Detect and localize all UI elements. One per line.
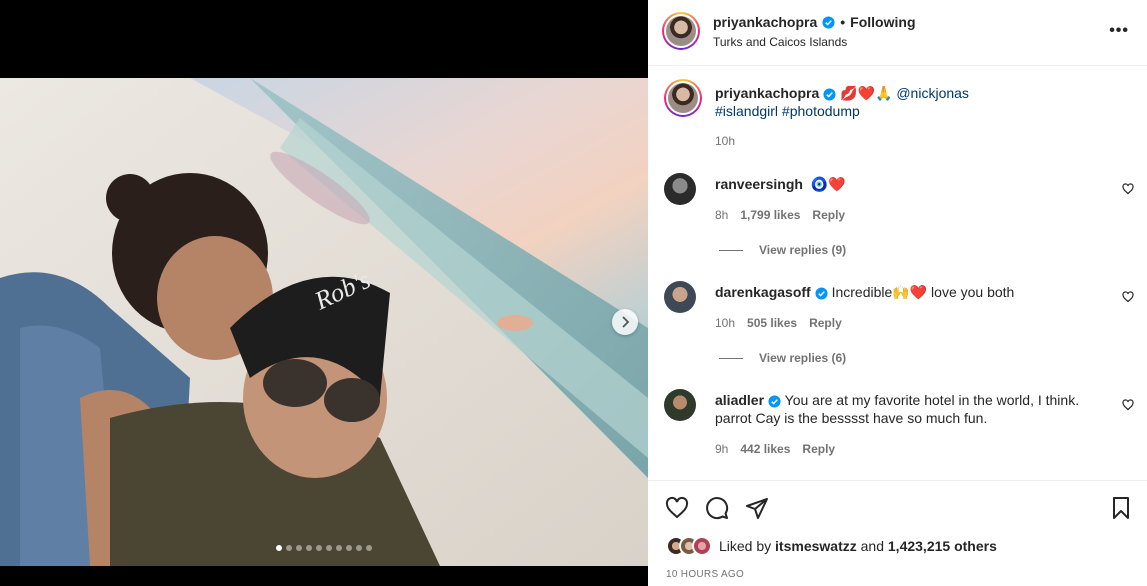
comment-likes[interactable]: 505 likes [747, 316, 797, 330]
commenter-avatar[interactable] [664, 389, 696, 421]
carousel-next-button[interactable] [612, 309, 638, 335]
comment-text: ranveersingh 🧿❤️ [715, 175, 1080, 193]
verified-badge-icon [768, 395, 781, 408]
comment-reply-button[interactable]: Reply [809, 316, 842, 330]
carousel-dot [326, 545, 332, 551]
replies-divider [719, 249, 743, 251]
comment-text: darenkagasoff Incredible🙌❤️ love you bot… [715, 283, 1080, 301]
carousel-dot [366, 545, 372, 551]
comment-like-icon[interactable] [1122, 291, 1134, 303]
carousel-dot [296, 545, 302, 551]
comment-text: aliadler You are at my favorite hotel in… [715, 391, 1080, 427]
post-timestamp[interactable]: 10 HOURS AGO [666, 569, 744, 580]
comment-icon[interactable] [705, 496, 729, 520]
post-details-panel: priyankachopra • Following Turks and Cai… [648, 0, 1147, 586]
bookmark-icon[interactable] [1109, 496, 1133, 520]
post-photo[interactable]: Rob's [0, 78, 648, 566]
comment-reply-button[interactable]: Reply [812, 208, 845, 222]
instagram-post: Rob's priyankachopra • Following Turks a… [0, 0, 1147, 586]
comment-meta: 9h 442 likes Reply [715, 442, 835, 456]
comment-likes[interactable]: 442 likes [740, 442, 790, 456]
caption-time[interactable]: 10h [715, 134, 735, 148]
author-username[interactable]: priyankachopra [713, 14, 817, 30]
comment-username[interactable]: darenkagasoff [715, 284, 811, 300]
more-options-button[interactable]: ••• [1109, 22, 1129, 40]
comment-username[interactable]: ranveersingh [715, 176, 803, 192]
comment-meta: 10h 505 likes Reply [715, 316, 842, 330]
liker-avatar [692, 536, 712, 556]
post-media: Rob's [0, 0, 648, 586]
comment-reply-button[interactable]: Reply [802, 442, 835, 456]
mention-link[interactable]: @nickjonas [896, 85, 969, 101]
comment: ranveersingh 🧿❤️ 8h 1,799 likes Reply Vi… [664, 173, 1134, 257]
verified-badge-icon [822, 15, 835, 29]
post-location[interactable]: Turks and Caicos Islands [713, 35, 847, 49]
view-replies-label: View replies (9) [759, 243, 847, 257]
chevron-right-icon [622, 316, 630, 328]
comment-likes[interactable]: 1,799 likes [740, 208, 800, 222]
likes-prefix: Liked by [719, 538, 772, 554]
carousel-dot [316, 545, 322, 551]
hashtags-link[interactable]: #islandgirl #photodump [715, 103, 860, 119]
beach-selfie-image: Rob's [0, 78, 648, 566]
caption-username[interactable]: priyankachopra [715, 85, 819, 101]
replies-divider [719, 357, 743, 359]
following-button[interactable]: Following [850, 14, 915, 30]
likes-summary[interactable]: Liked by itsmeswatzz and 1,423,215 other… [666, 536, 997, 556]
comment-like-icon[interactable] [1122, 183, 1134, 195]
comment-message: Incredible🙌❤️ love you both [831, 284, 1015, 300]
commenter-avatar[interactable] [664, 173, 696, 205]
comment-time[interactable]: 10h [715, 316, 735, 330]
heart-icon[interactable] [665, 496, 689, 520]
caption-meta: 10h [715, 134, 735, 148]
likes-text: Liked by itsmeswatzz and 1,423,215 other… [719, 538, 997, 554]
likes-count[interactable]: 1,423,215 others [888, 538, 997, 554]
caption-emojis: 💋❤️🙏 [840, 85, 893, 101]
carousel-dot [346, 545, 352, 551]
carousel-dot [336, 545, 342, 551]
comment: aliadler You are at my favorite hotel in… [664, 389, 1134, 459]
comment-meta: 8h 1,799 likes Reply [715, 208, 845, 222]
comment: darenkagasoff Incredible🙌❤️ love you bot… [664, 281, 1134, 365]
author-info: priyankachopra • Following [713, 14, 916, 30]
comment-like-icon[interactable] [1122, 399, 1134, 411]
author-avatar[interactable] [662, 12, 700, 50]
comment-time[interactable]: 9h [715, 442, 728, 456]
comment-message: 🧿❤️ [810, 176, 846, 192]
carousel-indicator [0, 545, 648, 551]
carousel-dot [286, 545, 292, 551]
carousel-dot [356, 545, 362, 551]
post-actions: Liked by itsmeswatzz and 1,423,215 other… [648, 480, 1147, 586]
comment-time[interactable]: 8h [715, 208, 728, 222]
comment-username[interactable]: aliadler [715, 392, 764, 408]
carousel-dot [306, 545, 312, 551]
paper-plane-icon[interactable] [745, 496, 769, 520]
view-replies-button[interactable]: View replies (6) [719, 351, 846, 365]
view-replies-label: View replies (6) [759, 351, 847, 365]
comments-list[interactable]: priyankachopra 💋❤️🙏 @nickjonas #islandgi… [648, 67, 1147, 480]
carousel-dot [276, 545, 282, 551]
verified-badge-icon [823, 88, 836, 101]
view-replies-button[interactable]: View replies (9) [719, 243, 846, 257]
verified-badge-icon [815, 287, 828, 300]
caption-avatar[interactable] [664, 79, 702, 117]
liker-username[interactable]: itsmeswatzz [775, 538, 857, 554]
post-header: priyankachopra • Following Turks and Cai… [648, 0, 1147, 66]
caption-text: priyankachopra 💋❤️🙏 @nickjonas #islandgi… [715, 84, 1080, 120]
likes-middle: and [860, 538, 884, 554]
header-separator: • [840, 14, 846, 30]
commenter-avatar[interactable] [664, 281, 696, 313]
caption: priyankachopra 💋❤️🙏 @nickjonas #islandgi… [664, 79, 1134, 149]
